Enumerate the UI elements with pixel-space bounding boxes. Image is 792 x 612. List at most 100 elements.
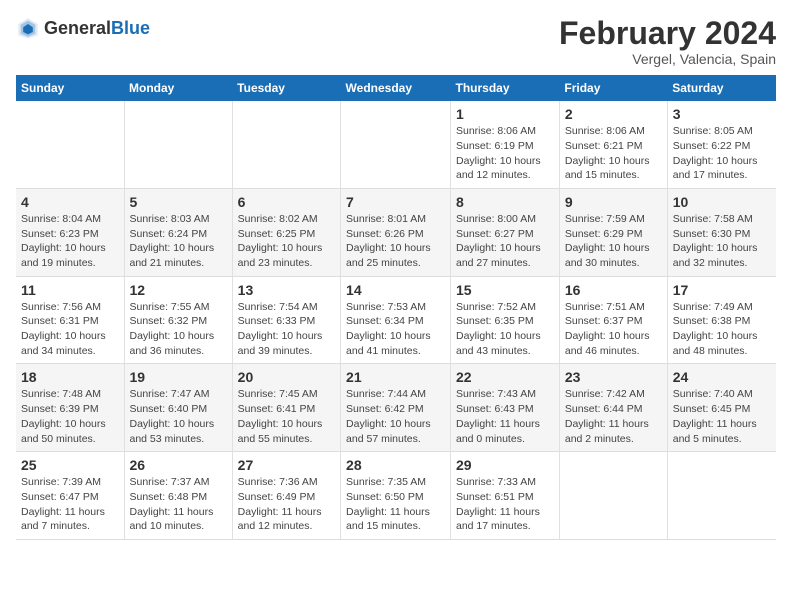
day-detail: Sunrise: 8:00 AM Sunset: 6:27 PM Dayligh… [456,212,554,271]
day-number: 24 [673,369,771,385]
week-row-1: 1Sunrise: 8:06 AM Sunset: 6:19 PM Daylig… [16,101,776,188]
day-number: 8 [456,194,554,210]
day-detail: Sunrise: 7:54 AM Sunset: 6:33 PM Dayligh… [238,300,335,359]
calendar-cell: 8 Sunrise: 8:00 AM Sunset: 6:27 PM Daylig… [450,188,559,276]
col-thursday: Thursday [450,75,559,101]
day-detail: Sunrise: 7:47 AM Sunset: 6:40 PM Dayligh… [130,387,227,446]
day-detail: Sunrise: 7:55 AM Sunset: 6:32 PM Dayligh… [130,300,227,359]
day-number: 26 [130,457,227,473]
logo-text: General Blue [44,18,150,39]
calendar-cell: 24 Sunrise: 7:40 AM Sunset: 6:45 PM Dayli… [667,364,776,452]
calendar-cell: 10 Sunrise: 7:58 AM Sunset: 6:30 PM Dayli… [667,188,776,276]
day-number: 27 [238,457,335,473]
day-detail: Sunrise: 7:58 AM Sunset: 6:30 PM Dayligh… [673,212,771,271]
calendar-cell: 16 Sunrise: 7:51 AM Sunset: 6:37 PM Dayli… [559,276,667,364]
calendar-cell: 25 Sunrise: 7:39 AM Sunset: 6:47 PM Dayli… [16,452,124,540]
day-number: 16 [565,282,662,298]
calendar-cell: 1Sunrise: 8:06 AM Sunset: 6:19 PM Daylig… [450,101,559,188]
day-detail: Sunrise: 7:48 AM Sunset: 6:39 PM Dayligh… [21,387,119,446]
day-number: 3 [673,106,771,122]
main-title: February 2024 [559,16,776,51]
day-number: 12 [130,282,227,298]
calendar-header: Sunday Monday Tuesday Wednesday Thursday… [16,75,776,101]
day-detail: Sunrise: 7:43 AM Sunset: 6:43 PM Dayligh… [456,387,554,446]
calendar-cell: 18 Sunrise: 7:48 AM Sunset: 6:39 PM Dayli… [16,364,124,452]
day-detail: Sunrise: 7:40 AM Sunset: 6:45 PM Dayligh… [673,387,771,446]
calendar-table: Sunday Monday Tuesday Wednesday Thursday… [16,75,776,540]
day-detail: Sunrise: 7:49 AM Sunset: 6:38 PM Dayligh… [673,300,771,359]
day-number: 14 [346,282,445,298]
day-detail: Sunrise: 7:36 AM Sunset: 6:49 PM Dayligh… [238,475,335,534]
calendar-cell: 3 Sunrise: 8:05 AM Sunset: 6:22 PM Daylig… [667,101,776,188]
calendar-cell: 21Sunrise: 7:44 AM Sunset: 6:42 PM Dayli… [341,364,451,452]
calendar-cell: 6 Sunrise: 8:02 AM Sunset: 6:25 PM Daylig… [232,188,340,276]
logo-general: General [44,18,111,39]
day-number: 25 [21,457,119,473]
day-number: 17 [673,282,771,298]
calendar-cell: 23 Sunrise: 7:42 AM Sunset: 6:44 PM Dayli… [559,364,667,452]
header-row: Sunday Monday Tuesday Wednesday Thursday… [16,75,776,101]
logo-blue: Blue [111,18,150,39]
calendar-cell [667,452,776,540]
calendar-cell [16,101,124,188]
week-row-5: 25 Sunrise: 7:39 AM Sunset: 6:47 PM Dayli… [16,452,776,540]
calendar-cell: 4Sunrise: 8:04 AM Sunset: 6:23 PM Daylig… [16,188,124,276]
day-number: 21 [346,369,445,385]
day-detail: Sunrise: 8:03 AM Sunset: 6:24 PM Dayligh… [130,212,227,271]
day-number: 1 [456,106,554,122]
day-number: 13 [238,282,335,298]
calendar-cell: 15Sunrise: 7:52 AM Sunset: 6:35 PM Dayli… [450,276,559,364]
day-detail: Sunrise: 8:01 AM Sunset: 6:26 PM Dayligh… [346,212,445,271]
day-number: 6 [238,194,335,210]
calendar-cell: 14 Sunrise: 7:53 AM Sunset: 6:34 PM Dayli… [341,276,451,364]
day-detail: Sunrise: 7:37 AM Sunset: 6:48 PM Dayligh… [130,475,227,534]
day-detail: Sunrise: 7:51 AM Sunset: 6:37 PM Dayligh… [565,300,662,359]
day-detail: Sunrise: 8:02 AM Sunset: 6:25 PM Dayligh… [238,212,335,271]
logo: General Blue [16,16,150,40]
day-number: 10 [673,194,771,210]
day-detail: Sunrise: 8:06 AM Sunset: 6:21 PM Dayligh… [565,124,662,183]
title-block: February 2024 Vergel, Valencia, Spain [559,16,776,67]
calendar-cell [232,101,340,188]
calendar-cell [559,452,667,540]
day-detail: Sunrise: 7:52 AM Sunset: 6:35 PM Dayligh… [456,300,554,359]
day-detail: Sunrise: 7:53 AM Sunset: 6:34 PM Dayligh… [346,300,445,359]
logo-icon [16,16,40,40]
calendar-cell: 29Sunrise: 7:33 AM Sunset: 6:51 PM Dayli… [450,452,559,540]
day-detail: Sunrise: 7:42 AM Sunset: 6:44 PM Dayligh… [565,387,662,446]
col-wednesday: Wednesday [341,75,451,101]
day-number: 18 [21,369,119,385]
calendar-cell: 2 Sunrise: 8:06 AM Sunset: 6:21 PM Daylig… [559,101,667,188]
calendar-cell: 20 Sunrise: 7:45 AM Sunset: 6:41 PM Dayli… [232,364,340,452]
calendar-cell: 5 Sunrise: 8:03 AM Sunset: 6:24 PM Daylig… [124,188,232,276]
day-number: 2 [565,106,662,122]
calendar-cell: 11Sunrise: 7:56 AM Sunset: 6:31 PM Dayli… [16,276,124,364]
day-number: 9 [565,194,662,210]
day-detail: Sunrise: 7:56 AM Sunset: 6:31 PM Dayligh… [21,300,119,359]
day-number: 5 [130,194,227,210]
calendar-cell: 26 Sunrise: 7:37 AM Sunset: 6:48 PM Dayli… [124,452,232,540]
day-number: 20 [238,369,335,385]
day-detail: Sunrise: 7:45 AM Sunset: 6:41 PM Dayligh… [238,387,335,446]
col-monday: Monday [124,75,232,101]
day-number: 28 [346,457,445,473]
col-friday: Friday [559,75,667,101]
calendar-cell: 28Sunrise: 7:35 AM Sunset: 6:50 PM Dayli… [341,452,451,540]
calendar-body: 1Sunrise: 8:06 AM Sunset: 6:19 PM Daylig… [16,101,776,539]
day-number: 7 [346,194,445,210]
day-detail: Sunrise: 7:59 AM Sunset: 6:29 PM Dayligh… [565,212,662,271]
page-header: General Blue February 2024 Vergel, Valen… [16,16,776,67]
col-saturday: Saturday [667,75,776,101]
calendar-cell: 9 Sunrise: 7:59 AM Sunset: 6:29 PM Daylig… [559,188,667,276]
subtitle: Vergel, Valencia, Spain [559,51,776,67]
calendar-cell [124,101,232,188]
day-detail: Sunrise: 7:39 AM Sunset: 6:47 PM Dayligh… [21,475,119,534]
day-number: 19 [130,369,227,385]
col-tuesday: Tuesday [232,75,340,101]
day-detail: Sunrise: 8:05 AM Sunset: 6:22 PM Dayligh… [673,124,771,183]
day-number: 23 [565,369,662,385]
day-number: 4 [21,194,119,210]
calendar-cell: 27 Sunrise: 7:36 AM Sunset: 6:49 PM Dayli… [232,452,340,540]
calendar-cell [341,101,451,188]
calendar-cell: 22Sunrise: 7:43 AM Sunset: 6:43 PM Dayli… [450,364,559,452]
